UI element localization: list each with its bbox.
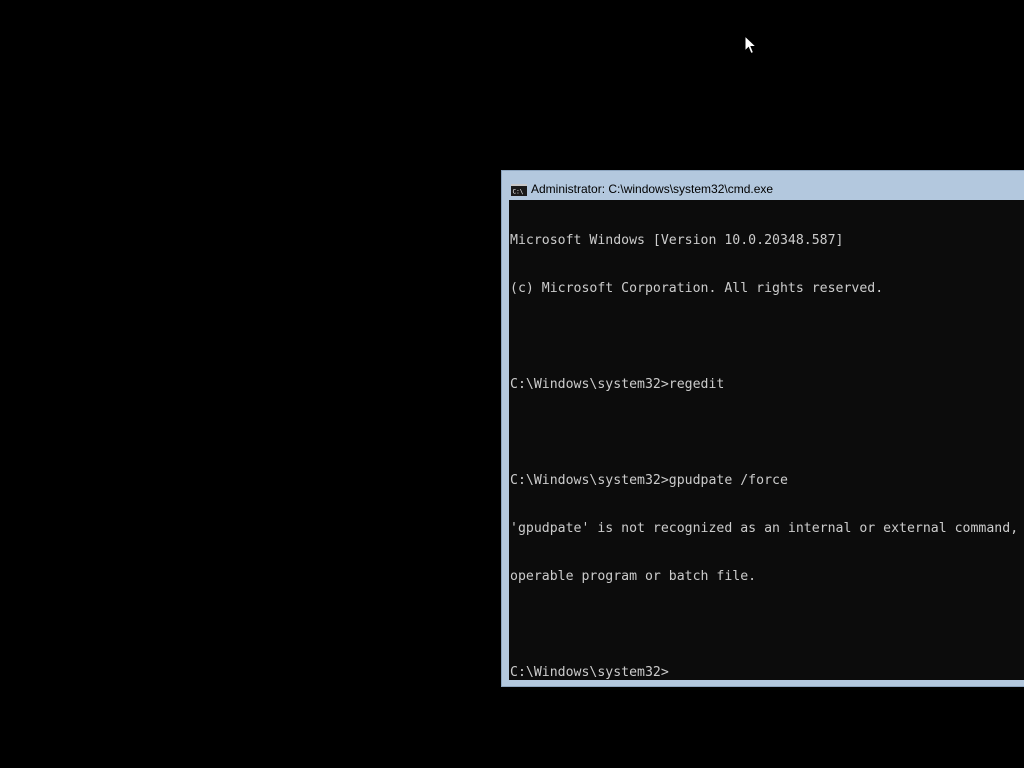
console-line: Microsoft Windows [Version 10.0.20348.58… bbox=[510, 233, 844, 248]
desktop: C:\ Administrator: C:\windows\system32\c… bbox=[0, 0, 1024, 768]
console-prompt[interactable]: C:\Windows\system32> bbox=[510, 665, 1018, 680]
console-line: 'gpudpate' is not recognized as an inter… bbox=[510, 521, 1019, 536]
window-title: Administrator: C:\windows\system32\cmd.e… bbox=[531, 182, 774, 196]
cmd-icon: C:\ bbox=[511, 183, 527, 196]
console-output: Microsoft Windows [Version 10.0.20348.58… bbox=[510, 201, 1018, 680]
cmd-window[interactable]: C:\ Administrator: C:\windows\system32\c… bbox=[501, 170, 1024, 687]
console-line: (c) Microsoft Corporation. All rights re… bbox=[510, 281, 884, 296]
title-bar[interactable]: C:\ Administrator: C:\windows\system32\c… bbox=[502, 171, 1024, 201]
console-line: C:\Windows\system32>gpudpate /force bbox=[510, 473, 788, 488]
console-line: operable program or batch file. bbox=[510, 569, 757, 584]
svg-text:C:\: C:\ bbox=[513, 189, 524, 196]
mouse-pointer-icon bbox=[744, 34, 758, 55]
console-line: C:\Windows\system32>regedit bbox=[510, 377, 725, 392]
console-area[interactable]: Microsoft Windows [Version 10.0.20348.58… bbox=[509, 200, 1024, 680]
